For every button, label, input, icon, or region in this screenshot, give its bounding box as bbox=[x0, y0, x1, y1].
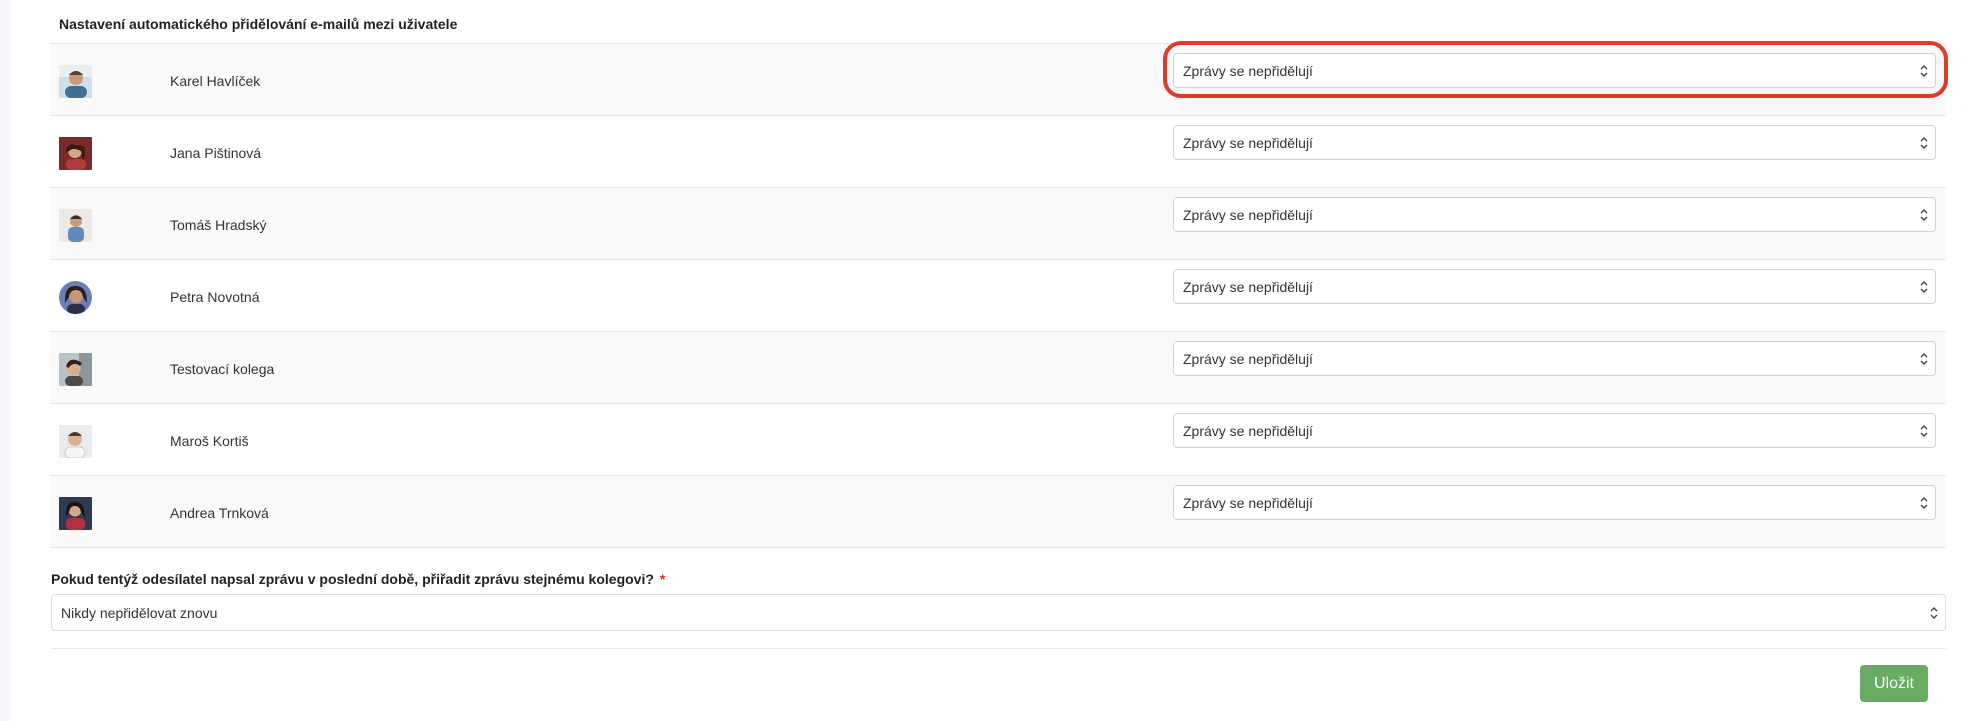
select-arrows-icon bbox=[1930, 607, 1938, 619]
divider bbox=[51, 648, 1946, 649]
assignment-select[interactable]: Zprávy se nepřidělují bbox=[1173, 269, 1936, 304]
select-arrows-icon bbox=[1920, 425, 1928, 437]
user-avatar bbox=[59, 497, 92, 530]
user-name: Maroš Kortiš bbox=[170, 433, 249, 449]
select-arrows-icon bbox=[1920, 209, 1928, 221]
user-avatar bbox=[59, 353, 92, 386]
select-arrows-icon bbox=[1920, 497, 1928, 509]
select-arrows-icon bbox=[1920, 353, 1928, 365]
user-name: Petra Novotná bbox=[170, 289, 260, 305]
reassign-select[interactable]: Nikdy nepřidělovat znovu bbox=[51, 594, 1946, 631]
select-arrows-icon bbox=[1920, 65, 1928, 77]
user-name: Karel Havlíček bbox=[170, 73, 261, 89]
user-assignment-table: Karel Havlíček Zprávy se nepřidělují Jan… bbox=[50, 43, 1946, 548]
user-row: Andrea Trnková Zprávy se nepřidělují bbox=[50, 476, 1946, 548]
assignment-select-value: Zprávy se nepřidělují bbox=[1183, 207, 1313, 223]
user-avatar bbox=[59, 281, 92, 314]
reassign-select-value: Nikdy nepřidělovat znovu bbox=[61, 605, 218, 621]
assignment-select-value: Zprávy se nepřidělují bbox=[1183, 351, 1313, 367]
assignment-select[interactable]: Zprávy se nepřidělují bbox=[1173, 413, 1936, 448]
select-arrows-icon bbox=[1920, 281, 1928, 293]
section-title: Nastavení automatického přidělování e-ma… bbox=[59, 16, 458, 32]
user-name: Andrea Trnková bbox=[170, 505, 269, 521]
assignment-select-value: Zprávy se nepřidělují bbox=[1183, 63, 1313, 79]
assignment-select[interactable]: Zprávy se nepřidělují bbox=[1173, 341, 1936, 376]
user-row: Jana Pištinová Zprávy se nepřidělují bbox=[50, 116, 1946, 188]
user-row: Maroš Kortiš Zprávy se nepřidělují bbox=[50, 404, 1946, 476]
user-avatar bbox=[59, 65, 92, 98]
user-name: Jana Pištinová bbox=[170, 145, 262, 161]
settings-panel: Nastavení automatického přidělování e-ma… bbox=[10, 0, 1975, 721]
assignment-select-value: Zprávy se nepřidělují bbox=[1183, 279, 1313, 295]
user-row: Karel Havlíček Zprávy se nepřidělují bbox=[50, 44, 1946, 116]
assignment-select-value: Zprávy se nepřidělují bbox=[1183, 135, 1313, 151]
user-row: Petra Novotná Zprávy se nepřidělují bbox=[50, 260, 1946, 332]
user-row: Tomáš Hradský Zprávy se nepřidělují bbox=[50, 188, 1946, 260]
assignment-select[interactable]: Zprávy se nepřidělují bbox=[1173, 485, 1936, 520]
assignment-select-value: Zprávy se nepřidělují bbox=[1183, 495, 1313, 511]
assignment-select-value: Zprávy se nepřidělují bbox=[1183, 423, 1313, 439]
assignment-select[interactable]: Zprávy se nepřidělují bbox=[1173, 125, 1936, 160]
assignment-select[interactable]: Zprávy se nepřidělují bbox=[1173, 53, 1936, 88]
user-avatar bbox=[59, 425, 92, 458]
user-name: Tomáš Hradský bbox=[170, 217, 267, 233]
user-name: Testovací kolega bbox=[170, 361, 275, 377]
assignment-select[interactable]: Zprávy se nepřidělují bbox=[1173, 197, 1936, 232]
user-avatar bbox=[59, 209, 92, 242]
reassign-question-text: Pokud tentýž odesílatel napsal zprávu v … bbox=[51, 571, 654, 587]
select-arrows-icon bbox=[1920, 137, 1928, 149]
user-avatar bbox=[59, 137, 92, 170]
required-mark: * bbox=[659, 571, 666, 587]
user-row: Testovací kolega Zprávy se nepřidělují bbox=[50, 332, 1946, 404]
save-button[interactable]: Uložit bbox=[1860, 665, 1928, 702]
reassign-question-label: Pokud tentýž odesílatel napsal zprávu v … bbox=[51, 571, 665, 587]
